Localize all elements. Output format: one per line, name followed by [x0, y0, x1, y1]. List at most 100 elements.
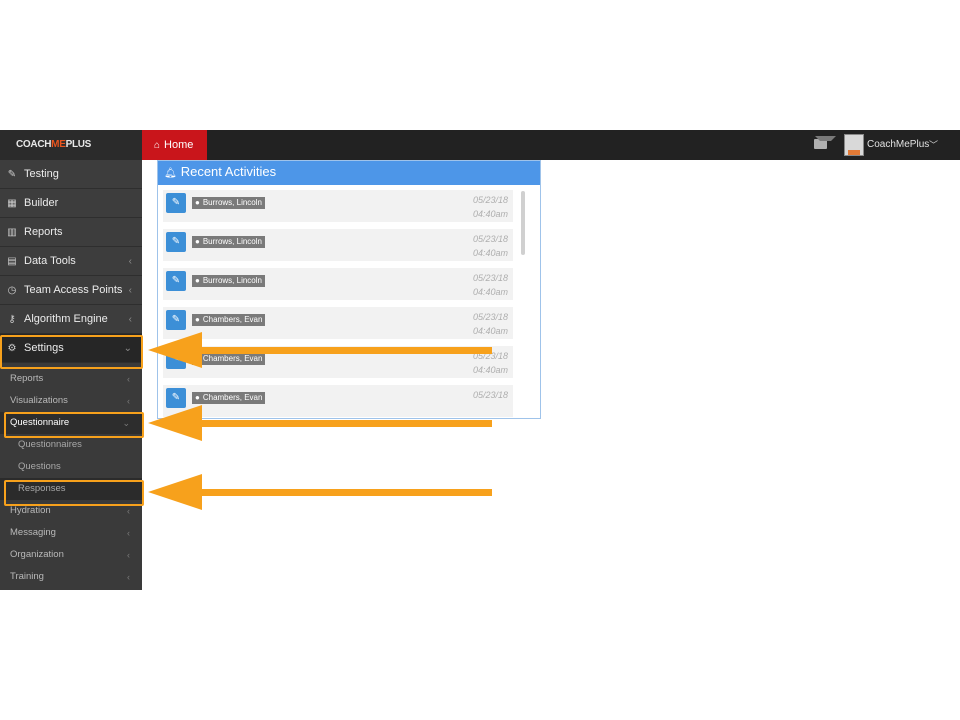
- activity-time: 04:40am: [472, 209, 508, 219]
- sidebar-subitem-visualizations[interactable]: Visualizations ‹: [0, 390, 142, 412]
- sidebar-item-algorithm-engine[interactable]: ⚷ Algorithm Engine ‹: [0, 305, 142, 334]
- app-window: COACHMEPLUS ⌂ Home CoachMePlus ﹀ ✎ Testin…: [0, 130, 960, 590]
- chevron-left-icon: ‹: [127, 374, 130, 384]
- edit-button[interactable]: ✎: [166, 271, 186, 291]
- activity-user: Chambers, Evan: [202, 393, 263, 402]
- highlight-responses: [4, 480, 144, 506]
- sidebar-subitem-label: Training: [10, 571, 44, 582]
- sidebar-subitem-label: Organization: [10, 549, 64, 560]
- edit-button[interactable]: ✎: [166, 193, 186, 213]
- panel-title: Recent Activities: [180, 164, 277, 179]
- user-icon: ●: [195, 276, 200, 285]
- mail-icon[interactable]: [814, 136, 836, 149]
- sidebar-item-testing[interactable]: ✎ Testing: [0, 160, 142, 189]
- activity-date: 05/23/18: [472, 312, 508, 322]
- chevron-left-icon: ‹: [128, 314, 132, 325]
- activity-date: 05/23/18: [472, 234, 508, 244]
- user-icon: ●: [195, 315, 200, 324]
- sidebar-subitem-label: Visualizations: [10, 395, 68, 406]
- home-tab[interactable]: ⌂ Home: [142, 130, 207, 160]
- sidebar-subitem-organization[interactable]: Organization ‹: [0, 544, 142, 566]
- top-bar: COACHMEPLUS ⌂ Home CoachMePlus ﹀: [0, 130, 960, 160]
- activity-user: Burrows, Lincoln: [202, 276, 262, 285]
- sidebar-item-reports[interactable]: ▥ Reports: [0, 218, 142, 247]
- user-name[interactable]: CoachMePlus: [867, 130, 929, 160]
- list-item[interactable]: ✎ ● Chambers, Evan 05/23/18: [163, 385, 513, 417]
- user-tag[interactable]: ● Burrows, Lincoln: [192, 236, 265, 248]
- sidebar-item-builder[interactable]: ▦ Builder: [0, 189, 142, 218]
- scrollbar[interactable]: [521, 191, 525, 255]
- user-tag[interactable]: ● Chambers, Evan: [192, 314, 266, 326]
- user-icon: ●: [195, 198, 200, 207]
- arrow-shaft-settings: [190, 347, 492, 354]
- user-tag[interactable]: ● Burrows, Lincoln: [192, 197, 265, 209]
- list-item[interactable]: ✎ ● Chambers, Evan 05/23/18 04:40am: [163, 307, 513, 339]
- recent-activities-panel: 🔔︎ Recent Activities ✎ ● Burrows, Lincoln …: [157, 160, 541, 419]
- arrow-left-icon: [148, 474, 202, 510]
- sidebar-item-label: Data Tools: [24, 255, 76, 267]
- arrow-left-icon: [148, 332, 202, 368]
- user-icon: ●: [195, 393, 200, 402]
- home-tab-label: Home: [164, 139, 194, 151]
- user-tag[interactable]: ● Chambers, Evan: [192, 392, 266, 404]
- avatar[interactable]: [844, 134, 864, 156]
- activity-user: Burrows, Lincoln: [202, 198, 262, 207]
- sidebar-subitem-label: Hydration: [10, 505, 51, 516]
- sidebar-subitem-training[interactable]: Training ‹: [0, 566, 142, 588]
- sidebar-item-label: Testing: [24, 168, 59, 180]
- sidebar: ✎ Testing ▦ Builder ▥ Reports ▤ Data Too…: [0, 160, 142, 590]
- key-icon: ⚷: [8, 314, 16, 325]
- sidebar-subsubitem-label: Questionnaires: [18, 439, 82, 450]
- sidebar-subitem-label: Reports: [10, 373, 44, 384]
- activity-user: Chambers, Evan: [202, 315, 263, 324]
- brand-suffix: PLUS: [65, 139, 92, 150]
- brand-prefix: COACH: [16, 139, 52, 150]
- calendar-icon: ▦: [7, 198, 17, 209]
- edit-button[interactable]: ✎: [166, 310, 186, 330]
- activity-time: 04:40am: [472, 287, 508, 297]
- activity-time: 04:40am: [472, 248, 508, 258]
- user-tag[interactable]: ● Chambers, Evan: [192, 353, 266, 365]
- bell-icon: 🔔︎: [164, 168, 177, 179]
- chevron-left-icon: ‹: [127, 572, 130, 582]
- user-tag[interactable]: ● Burrows, Lincoln: [192, 275, 265, 287]
- chevron-left-icon: ‹: [128, 256, 132, 267]
- arrow-shaft-responses: [190, 489, 492, 496]
- chevron-left-icon: ‹: [128, 285, 132, 296]
- edit-icon: ✎: [7, 169, 17, 180]
- sidebar-item-label: Algorithm Engine: [24, 313, 108, 325]
- sidebar-subitem-reports[interactable]: Reports ‹: [0, 368, 142, 390]
- sidebar-subitem-messaging[interactable]: Messaging ‹: [0, 522, 142, 544]
- chevron-left-icon: ‹: [127, 396, 130, 406]
- sidebar-item-data-tools[interactable]: ▤ Data Tools ‹: [0, 247, 142, 276]
- home-icon: ⌂: [154, 140, 161, 151]
- activity-date: 05/23/18: [472, 195, 508, 205]
- highlight-questionnaire: [4, 412, 144, 438]
- bar-chart-icon: ▥: [7, 227, 17, 238]
- activity-time: 04:40am: [472, 365, 508, 375]
- arrow-shaft-questionnaire: [190, 420, 492, 427]
- list-item[interactable]: ✎ ● Burrows, Lincoln 05/23/18 04:40am: [163, 268, 513, 300]
- list-item[interactable]: ✎ ● Burrows, Lincoln 05/23/18 04:40am: [163, 229, 513, 261]
- edit-button[interactable]: ✎: [166, 232, 186, 252]
- chevron-down-icon[interactable]: ﹀: [929, 130, 938, 160]
- brand-me: ME: [51, 139, 66, 150]
- chevron-left-icon: ‹: [127, 550, 130, 560]
- sidebar-subitem-label: Messaging: [10, 527, 56, 538]
- sidebar-item-label: Reports: [24, 226, 63, 238]
- brand-logo[interactable]: COACHMEPLUS: [0, 130, 142, 160]
- sidebar-item-team-access-points[interactable]: ◷ Team Access Points ‹: [0, 276, 142, 305]
- highlight-settings: [0, 335, 143, 369]
- clock-icon: ◷: [7, 285, 17, 296]
- sidebar-item-label: Builder: [24, 197, 59, 209]
- activity-date: 05/23/18: [472, 390, 508, 400]
- activity-date: 05/23/18: [472, 273, 508, 283]
- activity-user: Chambers, Evan: [202, 354, 263, 363]
- list-item[interactable]: ✎ ● Burrows, Lincoln 05/23/18 04:40am: [163, 190, 513, 222]
- user-icon: ●: [195, 237, 200, 246]
- activity-time: 04:40am: [472, 326, 508, 336]
- panel-header: 🔔︎ Recent Activities: [158, 161, 540, 185]
- chevron-left-icon: ‹: [127, 528, 130, 538]
- sidebar-subsubitem-questions[interactable]: Questions: [0, 456, 142, 478]
- activity-list[interactable]: ✎ ● Burrows, Lincoln 05/23/18 04:40am ✎ ●…: [158, 185, 540, 418]
